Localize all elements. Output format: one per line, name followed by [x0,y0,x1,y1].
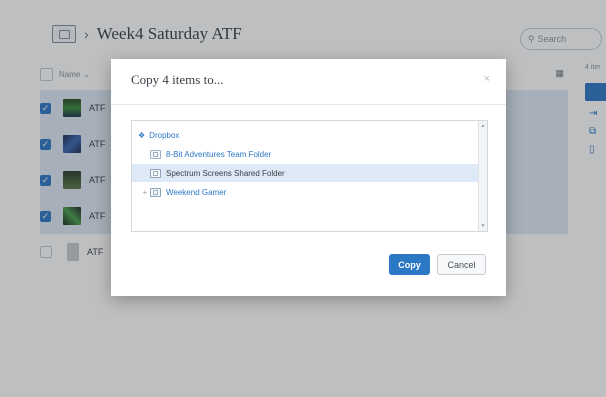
shared-folder-icon [150,168,161,178]
tree-item-spectrum-screens[interactable]: Spectrum Screens Shared Folder [132,164,487,182]
dialog-title: Copy 4 items to... [131,72,224,87]
close-icon[interactable]: × [484,73,490,85]
scroll-down-icon[interactable]: ▼ [480,223,486,229]
tree-scrollbar[interactable]: ▲ ▼ [478,121,487,231]
expand-icon[interactable]: + [141,188,149,197]
cancel-button[interactable]: Cancel [437,254,486,275]
copy-button[interactable]: Copy [389,254,430,275]
dropbox-icon: ❖ [138,130,146,140]
copy-dialog: Copy 4 items to... × ❖ Dropbox 8-Bit Adv… [111,59,506,296]
scroll-up-icon[interactable]: ▲ [480,123,486,129]
folder-tree[interactable]: ❖ Dropbox 8-Bit Adventures Team Folder S… [131,120,488,232]
tree-item-label: Weekend Gamer [166,187,227,197]
team-folder-icon [150,149,161,159]
tree-item-label: 8-Bit Adventures Team Folder [166,149,272,159]
dialog-divider [111,104,506,105]
tree-item-label: Dropbox [149,130,180,140]
tree-item-weekend-gamer[interactable]: + Weekend Gamer [132,183,487,201]
shared-folder-icon [150,187,161,197]
tree-item-label: Spectrum Screens Shared Folder [166,168,285,178]
tree-item-dropbox[interactable]: ❖ Dropbox [132,126,484,144]
tree-item-team-folder[interactable]: 8-Bit Adventures Team Folder [132,145,487,163]
